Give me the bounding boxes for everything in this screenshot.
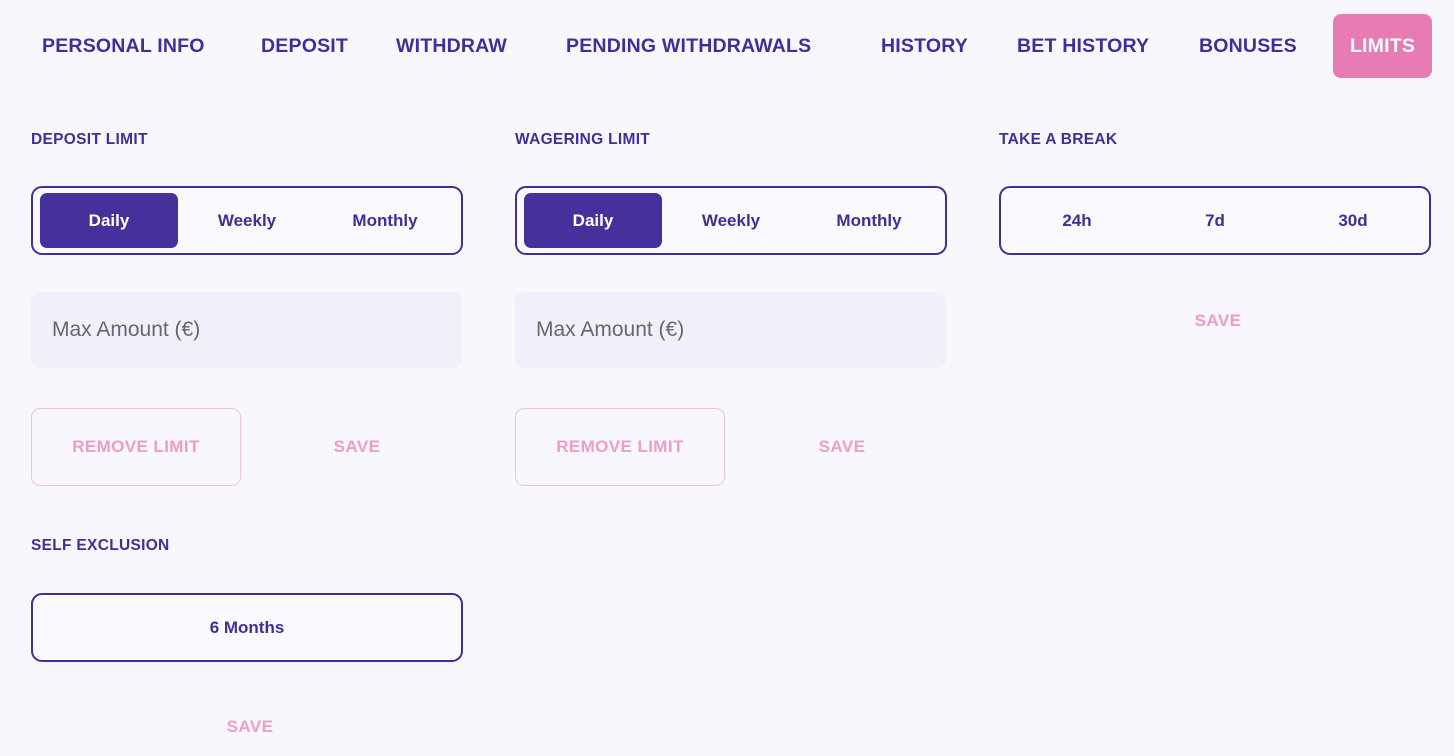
nav-tab-deposit[interactable]: DEPOSIT — [261, 34, 348, 58]
deposit-period-weekly[interactable]: Weekly — [178, 193, 316, 248]
nav-tab-history[interactable]: HISTORY — [881, 34, 968, 58]
nav-tab-limits[interactable]: LIMITS — [1333, 14, 1432, 78]
deposit-limit-amount-input[interactable] — [31, 292, 462, 368]
deposit-limit-remove-button[interactable]: Remove Limit — [31, 408, 241, 486]
take-a-break-24h[interactable]: 24h — [1008, 193, 1146, 248]
nav-tab-bet-history[interactable]: BET HISTORY — [1017, 34, 1149, 58]
self-exclusion-save-button[interactable]: Save — [200, 717, 300, 737]
nav-tab-personal-info[interactable]: PERSONAL INFO — [42, 34, 205, 58]
deposit-period-monthly[interactable]: Monthly — [316, 193, 454, 248]
take-a-break-duration-selector[interactable]: 24h 7d 30d — [999, 186, 1431, 255]
self-exclusion-duration-selector[interactable]: 6 Months — [31, 593, 463, 662]
take-a-break-heading: TAKE A BREAK — [999, 131, 1118, 148]
top-navigation: PERSONAL INFO DEPOSIT WITHDRAW PENDING W… — [0, 0, 1454, 92]
deposit-limit-heading: DEPOSIT LIMIT — [31, 131, 148, 148]
wagering-limit-remove-button[interactable]: Remove Limit — [515, 408, 725, 486]
nav-tab-bonuses[interactable]: BONUSES — [1199, 34, 1297, 58]
wagering-limit-period-selector[interactable]: Daily Weekly Monthly — [515, 186, 947, 255]
self-exclusion-6-months[interactable]: 6 Months — [40, 600, 454, 655]
wagering-limit-save-button[interactable]: Save — [792, 437, 892, 457]
wagering-period-daily[interactable]: Daily — [524, 193, 662, 248]
nav-tab-withdraw[interactable]: WITHDRAW — [396, 34, 507, 58]
take-a-break-30d[interactable]: 30d — [1284, 193, 1422, 248]
wagering-limit-amount-input[interactable] — [515, 292, 946, 368]
wagering-period-weekly[interactable]: Weekly — [662, 193, 800, 248]
deposit-limit-save-button[interactable]: Save — [307, 437, 407, 457]
deposit-period-daily[interactable]: Daily — [40, 193, 178, 248]
nav-tab-pending-withdrawals[interactable]: PENDING WITHDRAWALS — [566, 34, 811, 58]
wagering-limit-heading: WAGERING LIMIT — [515, 131, 651, 148]
self-exclusion-heading: SELF EXCLUSION — [31, 537, 170, 554]
take-a-break-save-button[interactable]: Save — [1168, 311, 1268, 331]
deposit-limit-period-selector[interactable]: Daily Weekly Monthly — [31, 186, 463, 255]
take-a-break-7d[interactable]: 7d — [1146, 193, 1284, 248]
wagering-period-monthly[interactable]: Monthly — [800, 193, 938, 248]
